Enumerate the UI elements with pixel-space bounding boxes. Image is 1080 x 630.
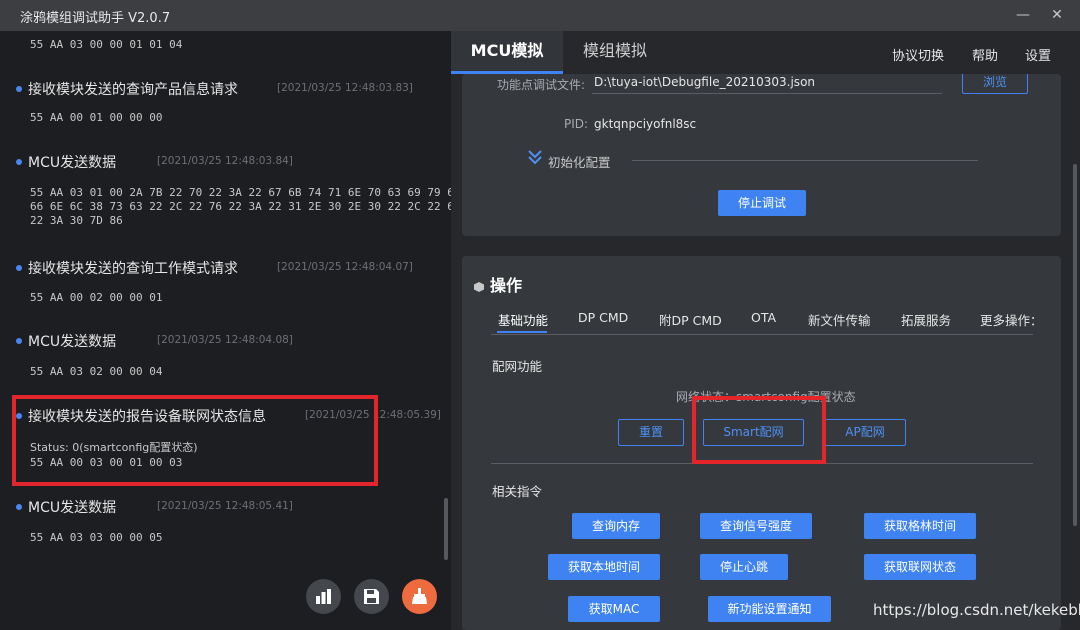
file-field-underline [592, 93, 942, 94]
log-timestamp: [2021/03/25 12:48:04.07] [277, 261, 413, 273]
save-button[interactable] [354, 579, 389, 614]
tab-module-simulation[interactable]: 模组模拟 [563, 31, 667, 74]
save-icon [364, 589, 379, 604]
cube-icon [474, 277, 484, 292]
log-hex-data: 55 AA 03 00 00 01 01 04 [30, 38, 183, 51]
tabs-divider [491, 334, 1033, 335]
log-title: 接收模块发送的查询产品信息请求 [28, 82, 238, 98]
ap-config-button[interactable]: AP配网 [824, 419, 906, 446]
tab-basic-functions[interactable]: 基础功能 [498, 310, 548, 329]
main-scrollbar[interactable] [1073, 164, 1077, 526]
pid-label: PID: [564, 117, 589, 131]
minimize-icon[interactable]: — [1012, 4, 1034, 26]
stop-debug-button[interactable]: 停止调试 [718, 190, 806, 216]
log-title: MCU发送数据 [28, 155, 117, 171]
init-config-label[interactable]: 初始化配置 [548, 152, 611, 171]
bullet-dot-icon [16, 265, 22, 271]
get-network-status-button[interactable]: 获取联网状态 [864, 554, 976, 580]
bar-chart-icon [316, 589, 331, 604]
reset-button[interactable]: 重置 [618, 419, 684, 446]
bullet-dot-icon [16, 86, 22, 92]
network-section-title: 配网功能 [492, 359, 543, 374]
new-feature-notify-button[interactable]: 新功能设置通知 [708, 596, 831, 622]
title-bar: 涂鸦模组调试助手 V2.0.7 — ✕ [0, 0, 1080, 31]
log-hex-data: 55 AA 00 02 00 00 01 [30, 291, 163, 304]
main-panel: MCU模拟 模组模拟 协议切换 帮助 设置 功能点调试文件: D:\tuya-i… [451, 31, 1080, 630]
tab-extended-services[interactable]: 拓展服务 [901, 310, 951, 329]
tab-mcu-simulation[interactable]: MCU模拟 [451, 31, 563, 74]
log-hex-data: 55 AA 03 01 00 2A 7B 22 70 22 3A 22 67 6… [30, 186, 451, 227]
debug-file-value[interactable]: D:\tuya-iot\Debugfile_20210303.json [594, 75, 815, 89]
log-scrollbar[interactable] [444, 498, 448, 560]
log-timestamp: [2021/03/25 12:48:05.41] [157, 500, 293, 512]
section-divider [491, 463, 1033, 464]
log-panel: 55 AA 03 00 00 01 01 04 接收模块发送的查询产品信息请求 … [0, 31, 451, 630]
log-timestamp: [2021/03/25 12:48:03.84] [157, 155, 293, 167]
broom-icon [412, 588, 427, 604]
get-local-time-button[interactable]: 获取本地时间 [548, 554, 660, 580]
config-card: 功能点调试文件: D:\tuya-iot\Debugfile_20210303.… [462, 74, 1061, 236]
divider [632, 160, 978, 161]
help-link[interactable]: 帮助 [972, 45, 998, 64]
log-hex-data: 55 AA 00 03 00 01 00 03 [30, 456, 183, 469]
get-gmt-time-button[interactable]: 获取格林时间 [864, 513, 976, 539]
log-title: MCU发送数据 [28, 334, 117, 350]
window-title: 涂鸦模组调试助手 V2.0.7 [20, 11, 171, 26]
tab-dp-cmd[interactable]: DP CMD [578, 310, 628, 325]
query-signal-button[interactable]: 查询信号强度 [700, 513, 812, 539]
pid-value: gktqnpciyofnl8sc [594, 117, 697, 131]
debug-file-label: 功能点调试文件: [497, 78, 586, 92]
operations-title: 操作 [490, 276, 523, 295]
stop-heartbeat-button[interactable]: 停止心跳 [700, 554, 788, 580]
log-hex-data: 55 AA 00 01 00 00 00 [30, 111, 163, 124]
log-hex-data: 55 AA 03 02 00 00 04 [30, 365, 163, 378]
log-timestamp: [2021/03/25 12:48:03.83] [277, 82, 413, 94]
log-hex-data: 55 AA 03 03 00 00 05 [30, 531, 163, 544]
get-mac-button[interactable]: 获取MAC [568, 596, 660, 622]
protocol-switch-link[interactable]: 协议切换 [892, 45, 944, 64]
tab-file-transfer[interactable]: 新文件传输 [808, 310, 871, 329]
log-title: 接收模块发送的查询工作模式请求 [28, 261, 238, 277]
tab-more-operations[interactable]: 更多操作： [980, 310, 1037, 329]
log-title: MCU发送数据 [28, 500, 117, 516]
network-status-text: 网络状态：smartconfig配置状态 [676, 390, 856, 404]
related-commands-title: 相关指令 [492, 484, 543, 499]
bullet-dot-icon [16, 504, 22, 510]
double-chevron-down-icon[interactable] [527, 149, 543, 169]
log-title: 接收模块发送的报告设备联网状态信息 [28, 409, 266, 425]
settings-link[interactable]: 设置 [1025, 45, 1051, 64]
smart-config-button[interactable]: Smart配网 [703, 419, 804, 446]
bullet-dot-icon [16, 338, 22, 344]
log-status: Status: 0(smartconfig配置状态) [30, 441, 198, 454]
tab-attached-dp-cmd[interactable]: 附DP CMD [659, 310, 722, 329]
chart-button[interactable] [306, 579, 341, 614]
log-timestamp: [2021/03/25 12:48:05.39] [305, 409, 441, 421]
close-icon[interactable]: ✕ [1046, 4, 1068, 26]
browse-button[interactable]: 浏览 [962, 74, 1028, 94]
active-tab-indicator [497, 331, 547, 333]
watermark: https://blog.csdn.net/kekebb [873, 601, 1080, 619]
bullet-dot-icon [16, 159, 22, 165]
tab-ota[interactable]: OTA [751, 310, 776, 325]
query-memory-button[interactable]: 查询内存 [572, 513, 660, 539]
log-timestamp: [2021/03/25 12:48:04.08] [157, 334, 293, 346]
bullet-dot-icon [16, 413, 22, 419]
clear-log-button[interactable] [402, 579, 437, 614]
